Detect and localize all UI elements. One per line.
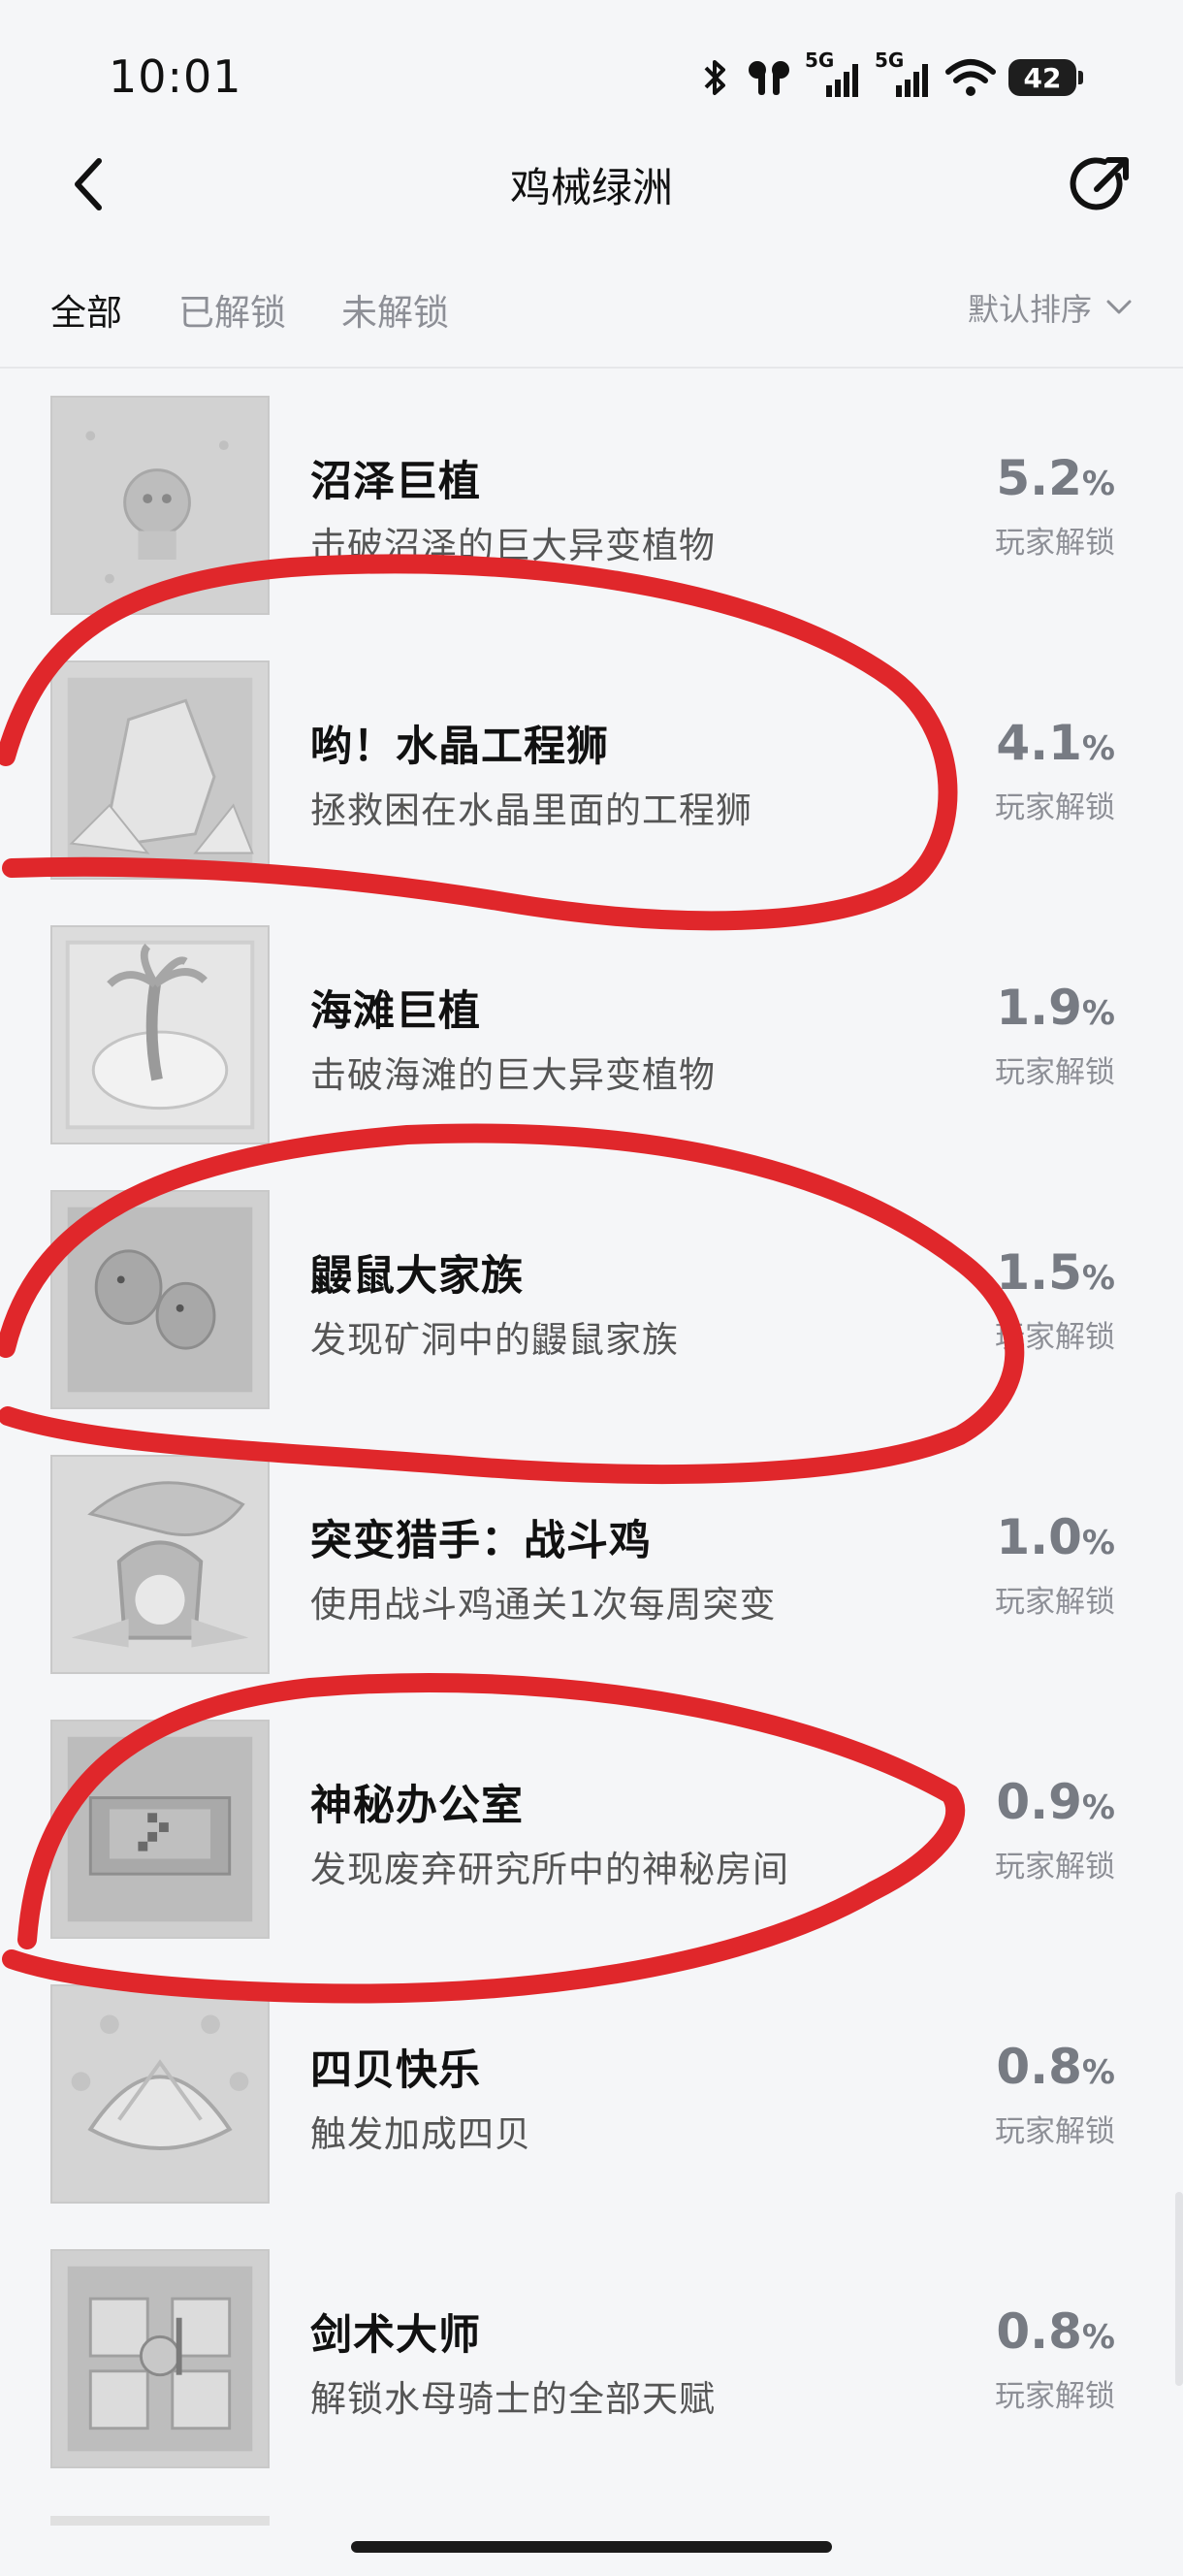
achievement-title: 哟！水晶工程狮 (310, 723, 609, 771)
battle-chicken-badge-image (52, 1457, 268, 1672)
achievement-row[interactable]: 鼹鼠大家族 发现矿洞中的鼹鼠家族 1.5% 玩家解锁 (0, 1163, 1183, 1428)
percentage-value: 1.5 (996, 1244, 1082, 1301)
achievement-image (50, 1984, 270, 2204)
achievement-image (50, 396, 270, 615)
battery-icon: 42 (1008, 59, 1083, 96)
percentage-value: 0.9 (996, 1774, 1082, 1830)
unlock-percentage: 1.9% (996, 980, 1115, 1036)
filter-tabs: 全部 已解锁 未解锁 默认排序 (0, 262, 1183, 369)
percent-sign: % (1081, 994, 1115, 1033)
achievement-row[interactable]: 四贝快乐 触发加成四贝 0.8% 玩家解锁 (0, 1957, 1183, 2222)
achievement-row[interactable]: 剑术大师 解锁水母骑士的全部天赋 0.8% 玩家解锁 (0, 2222, 1183, 2487)
share-button[interactable] (1059, 142, 1144, 227)
status-time: 10:01 (109, 50, 242, 103)
unlock-label: 玩家解锁 (995, 2114, 1115, 2149)
unlock-label: 玩家解锁 (995, 2379, 1115, 2414)
unlock-label: 玩家解锁 (995, 1055, 1115, 1090)
scrollbar[interactable] (1175, 2192, 1183, 2386)
unlock-percentage: 5.2% (996, 450, 1115, 506)
achievement-description: 使用战斗鸡通关1次每周突变 (310, 1584, 777, 1626)
achievement-description: 发现废弃研究所中的神秘房间 (310, 1849, 789, 1890)
achievement-description: 击破沼泽的巨大异变植物 (310, 525, 716, 566)
plant-monster-image (52, 398, 268, 613)
tab-all[interactable]: 全部 (50, 283, 122, 336)
achievement-description: 发现矿洞中的鼹鼠家族 (310, 1319, 679, 1361)
achievement-image (50, 1455, 270, 1674)
tab-locked[interactable]: 未解锁 (341, 283, 449, 336)
nav-bar: 鸡械绿洲 (0, 136, 1183, 242)
unlock-label: 玩家解锁 (995, 526, 1115, 561)
achievement-image (50, 925, 270, 1144)
percent-sign: % (1081, 1524, 1115, 1562)
achievement-description: 击破海滩的巨大异变植物 (310, 1054, 716, 1096)
achievement-image (50, 2249, 270, 2468)
percentage-value: 1.9 (996, 980, 1082, 1036)
status-icons: 5G 5G 42 (698, 48, 1083, 99)
unlock-label: 玩家解锁 (995, 1585, 1115, 1620)
sort-dropdown[interactable]: 默认排序 (968, 285, 1133, 330)
achievement-title: 突变猎手：战斗鸡 (310, 1517, 652, 1565)
achievement-title: 剑术大师 (310, 2311, 481, 2360)
achievement-row[interactable]: 沼泽巨植 击破沼泽的巨大异变植物 5.2% 玩家解锁 (0, 369, 1183, 633)
cell-signal-1: 5G (805, 48, 863, 99)
percent-sign: % (1081, 729, 1115, 768)
achievement-title: 海滩巨植 (310, 987, 481, 1036)
percentage-value: 0.8 (996, 2039, 1082, 2095)
laptop-image (52, 1722, 268, 1937)
palm-tree-image (52, 927, 268, 1143)
achievement-title: 神秘办公室 (310, 1782, 524, 1830)
achievement-row[interactable]: 海滩巨植 击破海滩的巨大异变植物 1.9% 玩家解锁 (0, 898, 1183, 1163)
achievement-title: 四贝快乐 (310, 2046, 481, 2095)
achievement-title: 沼泽巨植 (310, 458, 481, 506)
percent-sign: % (1081, 1259, 1115, 1298)
achievement-row[interactable]: 神秘办公室 发现废弃研究所中的神秘房间 0.9% 玩家解锁 (0, 1692, 1183, 1957)
percentage-value: 1.0 (996, 1509, 1082, 1565)
bluetooth-icon (704, 60, 725, 95)
achievement-description: 解锁水母骑士的全部天赋 (310, 2378, 716, 2420)
earbuds-icon (749, 61, 789, 95)
achievement-image (50, 660, 270, 880)
achievement-description: 拯救困在水晶里面的工程狮 (310, 789, 752, 831)
sort-label: 默认排序 (967, 291, 1092, 328)
achievement-row[interactable]: 哟！水晶工程狮 拯救困在水晶里面的工程狮 4.1% 玩家解锁 (0, 633, 1183, 898)
sword-master-image (52, 2251, 268, 2466)
tab-unlocked[interactable]: 已解锁 (178, 283, 286, 336)
mole-family-image (52, 1192, 268, 1407)
wifi-icon (945, 59, 996, 96)
percentage-value: 4.1 (996, 715, 1082, 771)
chevron-down-icon (1106, 300, 1132, 314)
cell-signal-2: 5G (875, 48, 933, 99)
percent-sign: % (1081, 1788, 1115, 1827)
percent-sign: % (1081, 465, 1115, 503)
status-bar: 10:01 5G 5G 42 (0, 0, 1183, 145)
percentage-value: 5.2 (996, 450, 1082, 506)
achievement-image (50, 1720, 270, 1939)
unlock-label: 玩家解锁 (995, 790, 1115, 825)
achievement-row[interactable]: 突变猎手：战斗鸡 使用战斗鸡通关1次每周突变 1.0% 玩家解锁 (0, 1428, 1183, 1692)
unlock-percentage: 1.0% (996, 1509, 1115, 1565)
next-row-preview (50, 2516, 270, 2526)
unlock-percentage: 4.1% (996, 715, 1115, 771)
home-indicator[interactable] (351, 2541, 832, 2553)
battery-level: 42 (1023, 61, 1062, 94)
percent-sign: % (1081, 2318, 1115, 2357)
unlock-label: 玩家解锁 (995, 1320, 1115, 1355)
unlock-percentage: 0.9% (996, 1774, 1115, 1830)
signal-icon (826, 64, 858, 97)
share-icon (1070, 157, 1129, 210)
shell-image (52, 1986, 268, 2202)
unlock-percentage: 0.8% (996, 2303, 1115, 2360)
achievement-title: 鼹鼠大家族 (310, 1252, 524, 1301)
percentage-value: 0.8 (996, 2303, 1082, 2360)
unlock-percentage: 0.8% (996, 2039, 1115, 2095)
crystal-image (52, 662, 268, 878)
unlock-percentage: 1.5% (996, 1244, 1115, 1301)
unlock-label: 玩家解锁 (995, 1850, 1115, 1884)
achievement-description: 触发加成四贝 (310, 2113, 531, 2155)
achievement-image (50, 1190, 270, 1409)
signal-icon (896, 64, 928, 97)
percent-sign: % (1081, 2053, 1115, 2092)
page-title: 鸡械绿洲 (509, 164, 673, 211)
